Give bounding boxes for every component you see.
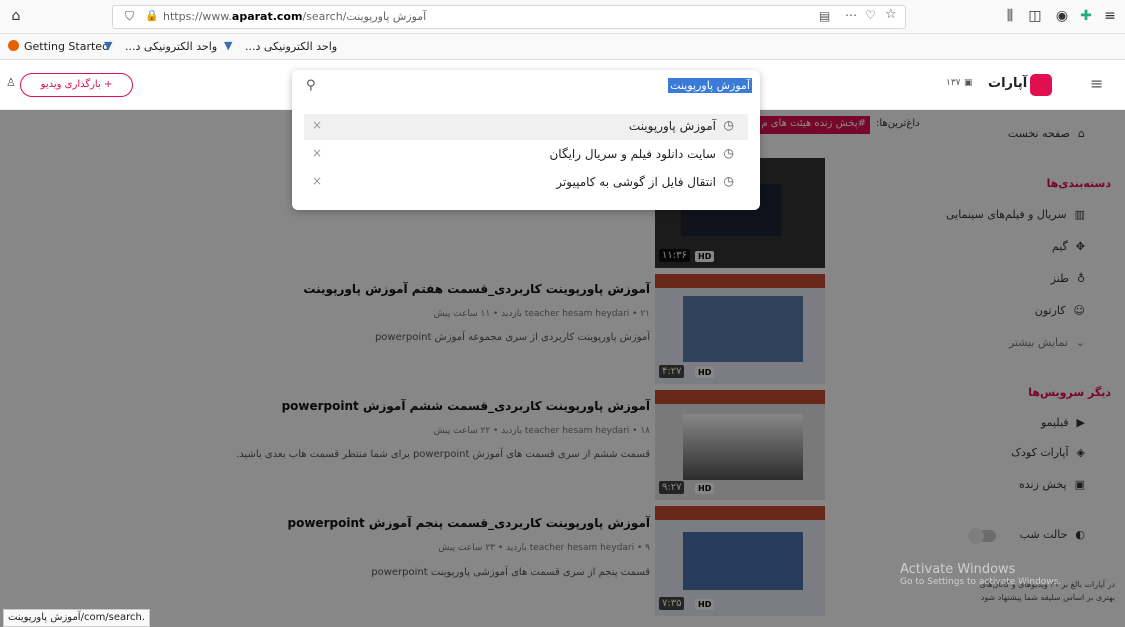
upload-button[interactable]: + بارگذاری ویدیو: [20, 73, 133, 97]
history-icon: ◷: [723, 146, 734, 160]
search-input[interactable]: آموزش پاورپوینت: [332, 74, 752, 98]
user-icon[interactable]: ♙: [6, 76, 16, 89]
bookmarks-bar: Getting Started ▼ واحد الکترونیکی د... ▼…: [0, 34, 1125, 60]
library-icon[interactable]: ⫼: [1000, 6, 1020, 26]
history-icon: ◷: [723, 118, 734, 132]
search-dropdown: ⚲ آموزش پاورپوینت ◷ آموزش پاورپوینت × ◷ …: [292, 70, 760, 210]
link-status-tooltip: آموزش پاورپوینت/com/search.: [3, 609, 151, 627]
home-icon[interactable]: ⌂: [6, 6, 26, 26]
menu-hamburger-icon[interactable]: ≡: [1090, 74, 1103, 93]
url-domain: aparat.com: [231, 10, 303, 23]
search-icon[interactable]: ⚲: [306, 78, 316, 93]
logo-text: آپارات: [988, 76, 1028, 91]
bookmark-item-1[interactable]: واحد الکترونیکی د...: [125, 40, 217, 53]
history-icon: ◷: [723, 174, 734, 188]
suggestion-text: انتقال فایل از گوشی به کامپیوتر: [556, 175, 716, 189]
remove-suggestion-icon[interactable]: ×: [312, 174, 322, 188]
suggestion-text: سایت دانلود فیلم و سریال رایگان: [549, 147, 716, 161]
url-text: https://www.aparat.com/search/آموزش پاور…: [163, 10, 426, 23]
bookmark-icon: ▼: [224, 39, 233, 52]
remove-suggestion-icon[interactable]: ×: [312, 118, 322, 132]
activation-watermark: Activate Windows Go to Settings to activ…: [900, 562, 1061, 587]
extension-icon[interactable]: ✚: [1076, 6, 1096, 26]
bookmark-item-2[interactable]: واحد الکترونیکی د...: [245, 40, 337, 53]
pocket-icon[interactable]: ♡: [865, 8, 876, 22]
search-suggestion[interactable]: ◷ سایت دانلود فیلم و سریال رایگان ×: [304, 142, 748, 168]
suggestion-text: آموزش پاورپوینت: [628, 119, 716, 133]
notification-count: ۱۳۷: [946, 78, 961, 88]
firefox-icon: [8, 40, 19, 51]
account-icon[interactable]: ◉: [1052, 6, 1072, 26]
reader-view-icon[interactable]: ▤: [819, 9, 830, 23]
shield-icon: ⛉: [125, 9, 135, 23]
menu-icon[interactable]: ≡: [1100, 6, 1120, 26]
watermark-subtitle: Go to Settings to activate Windows.: [900, 577, 1062, 587]
browser-toolbar: ⌂ ⛉ 🔒 https://www.aparat.com/search/آموز…: [0, 0, 1125, 34]
aparat-logo[interactable]: [1030, 74, 1052, 96]
lock-icon: 🔒: [145, 9, 159, 22]
bookmark-icon: ▼: [104, 39, 113, 52]
watermark-title: Activate Windows: [900, 562, 1016, 577]
search-suggestion[interactable]: ◷ آموزش پاورپوینت ×: [304, 114, 748, 140]
page-actions-icon[interactable]: ⋯: [845, 8, 857, 22]
bookmark-getting-started[interactable]: Getting Started: [24, 40, 109, 53]
bookmark-star-icon[interactable]: ☆: [885, 7, 897, 22]
url-path: /search/آموزش پاورپوینت: [302, 10, 427, 23]
search-query-text: آموزش پاورپوینت: [668, 78, 752, 93]
sidebar-icon[interactable]: ◫: [1025, 6, 1045, 26]
remove-suggestion-icon[interactable]: ×: [312, 146, 322, 160]
url-prefix: https://www.: [163, 10, 232, 23]
live-icon[interactable]: ▣: [964, 78, 973, 88]
search-suggestion[interactable]: ◷ انتقال فایل از گوشی به کامپیوتر ×: [304, 170, 748, 196]
url-bar[interactable]: ⛉ 🔒 https://www.aparat.com/search/آموزش …: [112, 5, 906, 29]
